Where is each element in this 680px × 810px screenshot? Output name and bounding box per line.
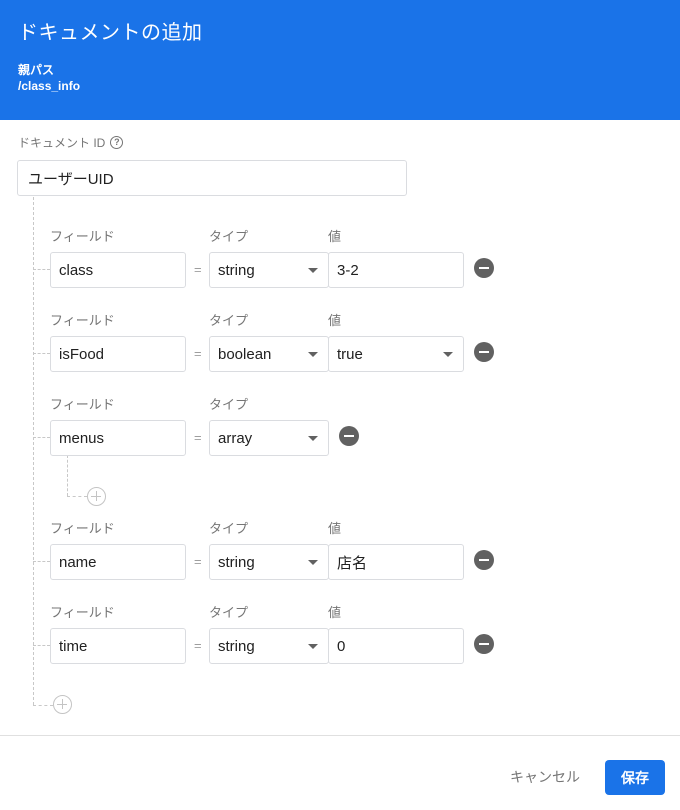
save-button[interactable]: 保存 xyxy=(605,760,665,795)
type-column-label: タイプ xyxy=(209,229,249,244)
remove-icon[interactable] xyxy=(474,342,494,362)
field-column-label: フィールド xyxy=(50,229,115,244)
type-column-label: タイプ xyxy=(209,313,249,328)
value-column-label: 値 xyxy=(328,605,342,620)
remove-icon[interactable] xyxy=(474,258,494,278)
add-array-item-icon[interactable] xyxy=(87,487,106,506)
equals-sign: = xyxy=(194,430,202,445)
tree-line xyxy=(33,561,50,562)
field-column-label: フィールド xyxy=(50,313,115,328)
dialog-header: ドキュメントの追加 親パス /class_info xyxy=(0,0,680,120)
document-id-label: ドキュメント ID ? xyxy=(18,134,124,151)
type-column-label: タイプ xyxy=(209,521,249,536)
tree-line xyxy=(33,645,50,646)
remove-icon[interactable] xyxy=(474,634,494,654)
type-column-label: タイプ xyxy=(209,605,249,620)
tree-line xyxy=(67,496,87,497)
document-id-input[interactable]: ユーザーUID xyxy=(17,160,407,196)
value-column-label: 値 xyxy=(328,521,342,536)
parent-path-label: 親パス xyxy=(18,63,55,77)
field-name-input[interactable]: menus xyxy=(50,420,186,456)
field-value-input[interactable]: 0 xyxy=(328,628,464,664)
field-type-select[interactable]: string xyxy=(209,252,329,288)
field-type-select[interactable]: string xyxy=(209,544,329,580)
field-type-select[interactable]: array xyxy=(209,420,329,456)
dialog-title: ドキュメントの追加 xyxy=(18,22,203,44)
parent-path: /class_info xyxy=(18,79,81,93)
tree-line xyxy=(67,455,68,496)
remove-icon[interactable] xyxy=(474,550,494,570)
field-name-input[interactable]: time xyxy=(50,628,186,664)
field-column-label: フィールド xyxy=(50,397,115,412)
value-column-label: 値 xyxy=(328,229,342,244)
equals-sign: = xyxy=(194,554,202,569)
footer-divider xyxy=(0,735,680,736)
field-column-label: フィールド xyxy=(50,521,115,536)
tree-line xyxy=(33,269,50,270)
field-name-input[interactable]: name xyxy=(50,544,186,580)
field-value-input[interactable]: 店名 xyxy=(328,544,464,580)
type-column-label: タイプ xyxy=(209,397,249,412)
value-column-label: 値 xyxy=(328,313,342,328)
add-field-icon[interactable] xyxy=(53,695,72,714)
remove-icon[interactable] xyxy=(339,426,359,446)
tree-line xyxy=(33,353,50,354)
field-type-select[interactable]: boolean xyxy=(209,336,329,372)
equals-sign: = xyxy=(194,638,202,653)
document-id-label-text: ドキュメント ID xyxy=(18,136,106,150)
field-type-select[interactable]: string xyxy=(209,628,329,664)
equals-sign: = xyxy=(194,262,202,277)
tree-line xyxy=(33,705,53,706)
field-value-select[interactable]: true xyxy=(328,336,464,372)
field-value-input[interactable]: 3-2 xyxy=(328,252,464,288)
help-icon[interactable]: ? xyxy=(110,136,124,149)
field-column-label: フィールド xyxy=(50,605,115,620)
field-name-input[interactable]: class xyxy=(50,252,186,288)
tree-line xyxy=(33,437,50,438)
cancel-button[interactable]: キャンセル xyxy=(500,760,590,794)
tree-line xyxy=(33,197,34,705)
field-name-input[interactable]: isFood xyxy=(50,336,186,372)
equals-sign: = xyxy=(194,346,202,361)
